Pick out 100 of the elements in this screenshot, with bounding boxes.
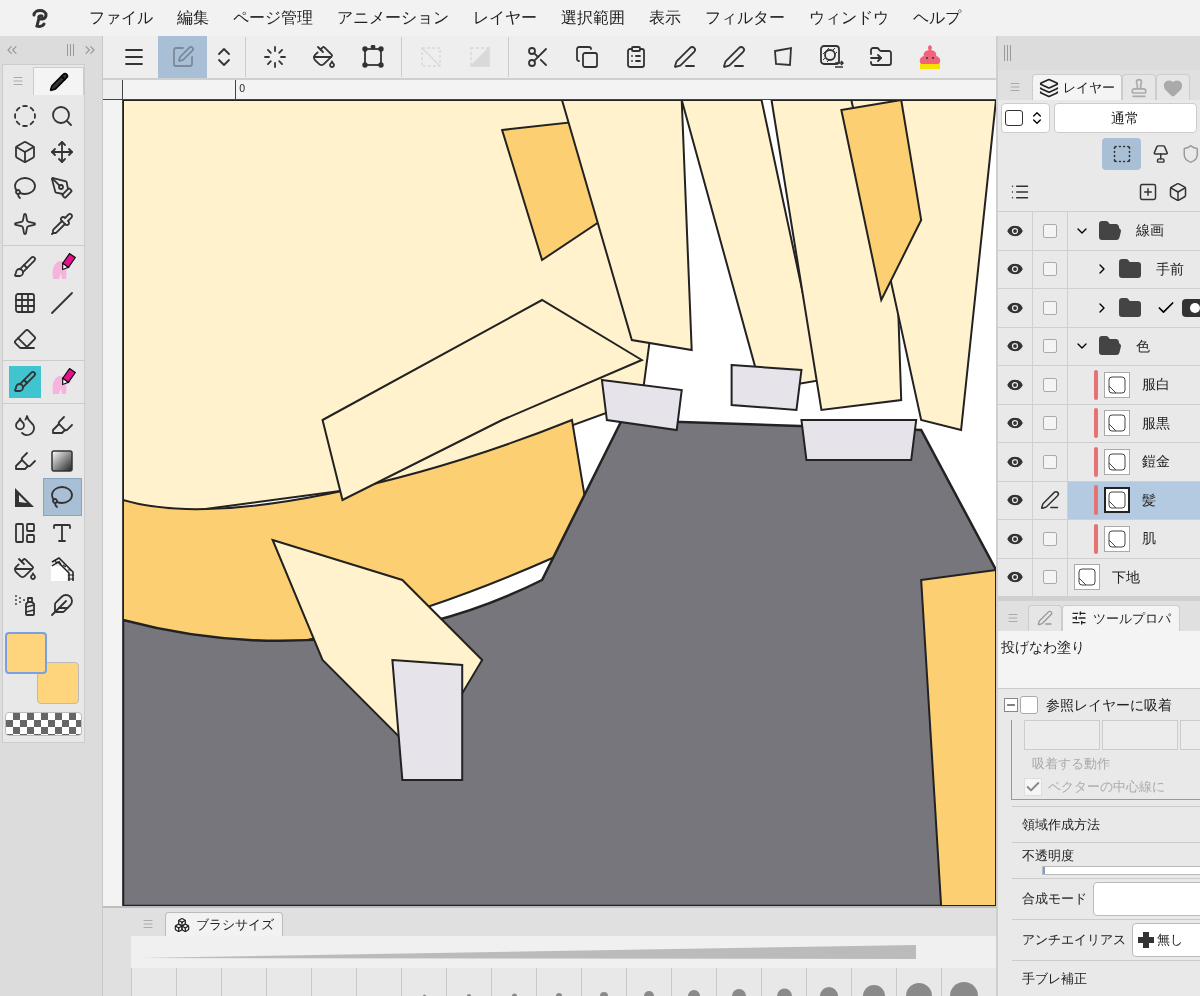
menu-item[interactable]: フィルター — [696, 6, 794, 30]
layer-row[interactable]: 肌 — [998, 520, 1200, 559]
menu-item[interactable]: ページ管理 — [224, 6, 322, 30]
panel-tab[interactable]: ツールプロパ — [1062, 604, 1180, 631]
open-folder-icon — [1098, 218, 1122, 243]
pencil-line-icon — [1037, 610, 1053, 627]
menu-item[interactable]: ファイル — [80, 6, 162, 30]
marker-icon — [50, 413, 75, 437]
tool-button[interactable] — [43, 479, 81, 515]
layer-checkbox[interactable] — [1043, 570, 1057, 585]
dotted-circle-icon — [12, 104, 37, 128]
transparent-color-swatch[interactable] — [5, 712, 82, 736]
layer-thumbnail — [1104, 371, 1130, 398]
blend-mode-dropdown[interactable]: 通常 — [1053, 103, 1197, 133]
layers-icon — [1039, 77, 1059, 98]
snap-label: 参照レイヤーに吸着 — [1046, 695, 1172, 715]
layer-row[interactable]: 髪 — [998, 481, 1200, 520]
move-arrows-icon — [50, 140, 75, 164]
layer-name: 線画 — [1136, 221, 1164, 241]
tool-name: 投げなわ塗り — [1001, 638, 1085, 655]
layer-row[interactable]: 服白 — [998, 366, 1200, 405]
pencil-line-icon — [1040, 490, 1060, 511]
folder-icon — [1118, 295, 1142, 320]
layer-checkbox[interactable] — [1043, 454, 1057, 469]
stamp-icon — [1129, 77, 1149, 98]
scissors-icon — [525, 45, 550, 69]
cube-icon — [12, 140, 37, 164]
lasso-icon — [12, 176, 37, 200]
transform-square-icon — [360, 45, 385, 69]
hatched-square-icon — [818, 44, 845, 70]
heart-icon — [1163, 77, 1183, 98]
diagonal-line-icon — [50, 291, 75, 315]
property-dropdown[interactable]: 無し — [1132, 922, 1200, 957]
search-icon — [50, 104, 75, 128]
brush-icon — [12, 255, 37, 279]
layer-thumbnail — [1104, 448, 1130, 475]
opacity-slider-track[interactable] — [1042, 865, 1200, 875]
dashed-circle-icon — [262, 45, 287, 69]
property-label: アンチエイリアス — [1022, 930, 1126, 949]
menu-item[interactable]: ヘルプ — [904, 6, 970, 30]
layer-checkbox[interactable] — [1043, 300, 1057, 315]
copy-icon — [574, 45, 599, 69]
layer-row[interactable]: 服黒 — [998, 404, 1200, 443]
folder-arrow-icon — [868, 45, 893, 69]
panel-tab[interactable]: レイヤー — [1032, 74, 1122, 100]
layer-name: 服黒 — [1142, 413, 1170, 433]
layer-row[interactable]: 鎧金 — [998, 443, 1200, 482]
layer-row[interactable]: 下地 — [998, 558, 1200, 597]
cube-icon — [1168, 181, 1188, 202]
brush-size-tab[interactable]: ブラシサイズ — [165, 912, 283, 937]
marker-icon — [12, 449, 37, 473]
pencil-icon — [48, 71, 69, 92]
gradient-square-icon — [50, 449, 75, 473]
grip-icon[interactable] — [1004, 45, 1011, 61]
layer-name: 手前 — [1156, 259, 1184, 279]
property-label: 領域作成方法 — [1022, 815, 1100, 834]
menu-item[interactable]: ウィンドウ — [800, 6, 898, 30]
color-swatch[interactable] — [5, 632, 47, 674]
lasso-icon — [50, 485, 75, 509]
sliders-icon — [1071, 610, 1087, 627]
tool-tab[interactable] — [33, 67, 84, 95]
layer-thumbnail — [1104, 525, 1130, 552]
vector-checkbox[interactable] — [1024, 777, 1042, 796]
layer-checkbox[interactable] — [1043, 377, 1057, 392]
layer-checkbox[interactable] — [1043, 223, 1057, 238]
pencil-line-icon — [721, 45, 746, 69]
layer-row[interactable]: 手前 — [998, 250, 1200, 289]
layer-name: 肌 — [1142, 529, 1156, 549]
collapse-icon[interactable] — [1004, 698, 1018, 712]
layer-name: 髪 — [1142, 490, 1156, 510]
property-label: 手ブレ補正 — [1022, 969, 1087, 988]
layer-thumbnail — [1104, 487, 1130, 514]
menu-item[interactable]: 編集 — [168, 6, 218, 30]
layer-name: 色 — [1136, 336, 1150, 356]
opacity-spinner[interactable] — [1001, 103, 1050, 133]
layer-checkbox[interactable] — [1043, 531, 1057, 546]
brush-icon — [8, 366, 41, 398]
color-swatch[interactable] — [37, 662, 79, 704]
layer-checkbox[interactable] — [1043, 262, 1057, 277]
ruler-label: 0 — [239, 82, 246, 96]
pen-nib-icon — [50, 176, 75, 200]
spray-can-icon — [12, 593, 37, 617]
layer-row[interactable] — [998, 289, 1200, 328]
layer-thumbnail — [1104, 410, 1130, 437]
menu-item[interactable]: アニメーション — [328, 6, 458, 30]
new-layer-icon — [1138, 181, 1158, 202]
snap-checkbox[interactable] — [1020, 696, 1038, 714]
layer-row[interactable]: 色 — [998, 327, 1200, 366]
layer-row[interactable]: 線画 — [998, 212, 1200, 251]
layer-name: 服白 — [1142, 375, 1170, 395]
clip-layer-icon[interactable] — [1102, 138, 1141, 170]
tool-button[interactable] — [6, 364, 44, 400]
layer-name: 鎧金 — [1142, 452, 1170, 472]
menu-item[interactable]: 選択範囲 — [552, 6, 634, 30]
menu-item[interactable]: 表示 — [640, 6, 690, 30]
sparkle-icon — [12, 212, 37, 236]
grip-icon[interactable] — [67, 44, 74, 56]
menu-item[interactable]: レイヤー — [464, 6, 546, 30]
layer-checkbox[interactable] — [1043, 339, 1057, 354]
layer-checkbox[interactable] — [1043, 416, 1057, 431]
